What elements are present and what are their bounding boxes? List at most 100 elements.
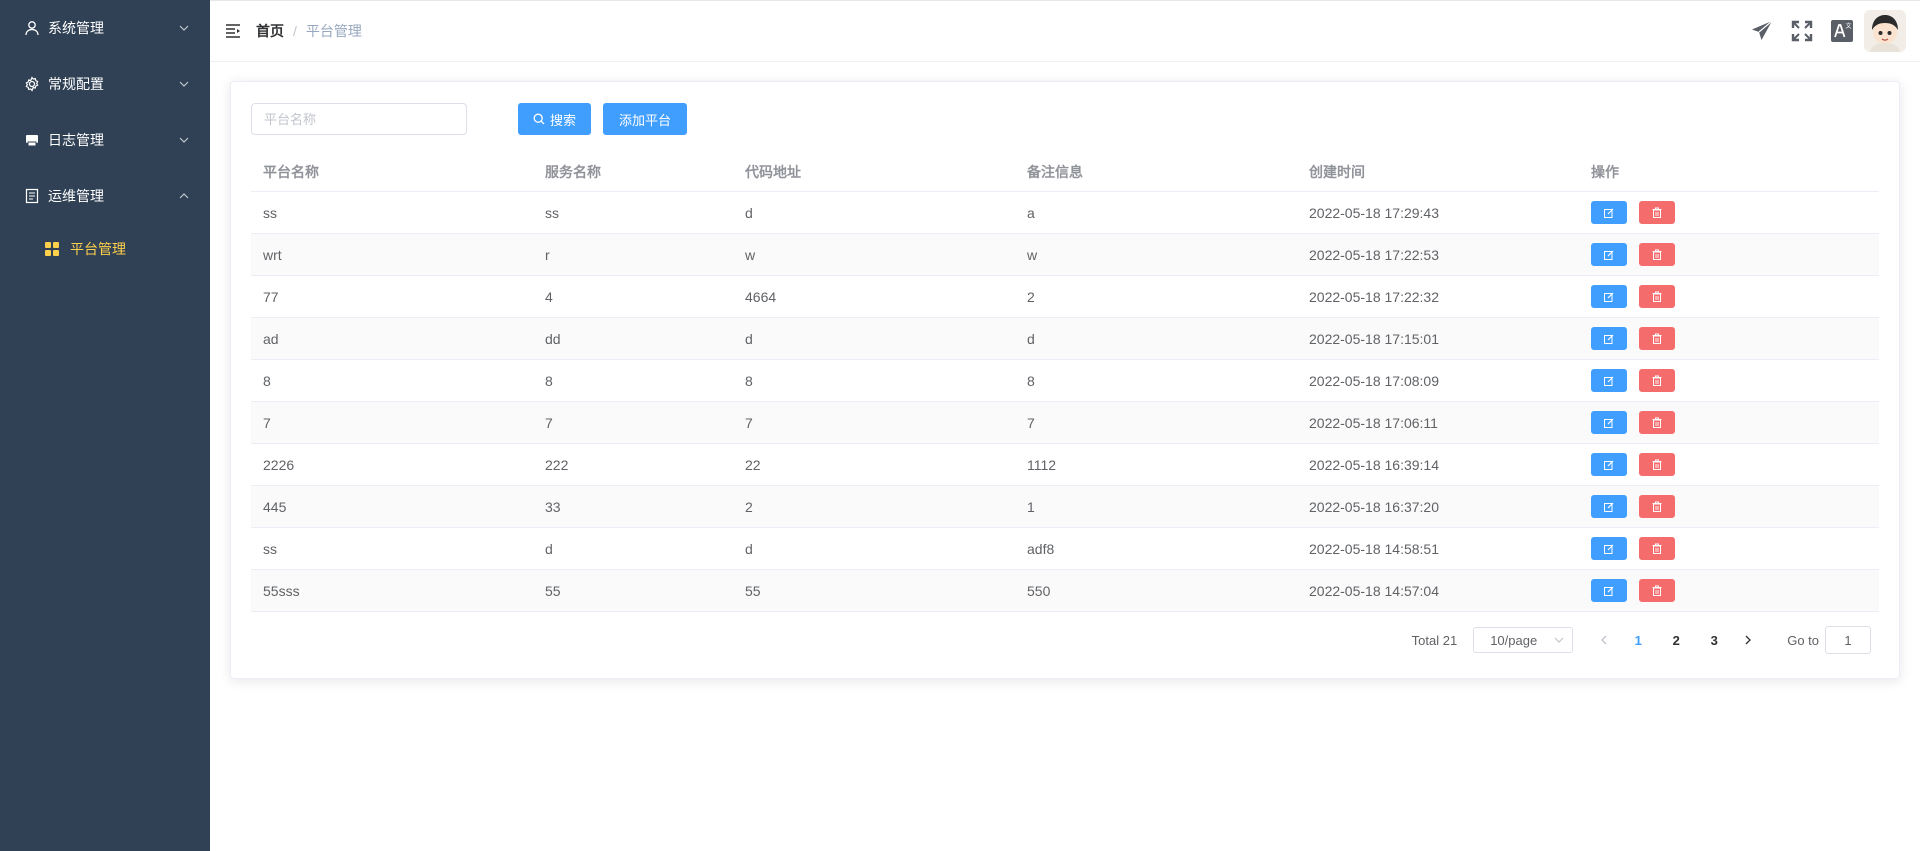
menu-system-management[interactable]: 系统管理 xyxy=(0,0,210,56)
edit-button[interactable] xyxy=(1591,285,1627,308)
submenu-platform-management[interactable]: 平台管理 xyxy=(0,224,210,274)
edit-icon xyxy=(1604,292,1614,302)
goto-page-input[interactable] xyxy=(1825,626,1871,654)
search-button[interactable]: 搜索 xyxy=(518,103,592,135)
cell-code-address: w xyxy=(745,246,756,263)
cell-service-name: 55 xyxy=(545,582,561,599)
edit-button[interactable] xyxy=(1591,201,1627,224)
delete-button[interactable] xyxy=(1639,495,1675,518)
cell-platform-name: ss xyxy=(263,540,277,557)
menu-log-management[interactable]: 日志管理 xyxy=(0,112,210,168)
column-header-created-time: 创建时间 xyxy=(1309,163,1365,180)
platform-table: 平台名称 服务名称 代码地址 备注信息 创建时间 操作 ss ss d a 2022-0… xyxy=(251,152,1879,612)
delete-button[interactable] xyxy=(1639,201,1675,224)
cell-actions xyxy=(1579,285,1879,308)
trash-icon xyxy=(1652,459,1662,470)
chevron-down-icon xyxy=(178,134,190,146)
cell-actions xyxy=(1579,369,1879,392)
delete-button[interactable] xyxy=(1639,453,1675,476)
page-1[interactable]: 1 xyxy=(1619,626,1657,654)
cell-service-name: 7 xyxy=(545,414,553,431)
printer-icon xyxy=(24,132,40,148)
svg-text:文: 文 xyxy=(1846,22,1852,30)
header-actions: 文 xyxy=(1742,9,1906,53)
breadcrumb: 首页 / 平台管理 xyxy=(256,21,362,41)
cell-remark: 550 xyxy=(1027,582,1051,599)
add-platform-button[interactable]: 添加平台 xyxy=(603,103,688,135)
edit-button[interactable] xyxy=(1591,579,1627,602)
cell-created-time: 2022-05-18 14:58:51 xyxy=(1309,540,1439,557)
edit-button[interactable] xyxy=(1591,411,1627,434)
cell-code-address: 2 xyxy=(745,498,753,515)
cell-platform-name: wrt xyxy=(263,246,282,263)
hamburger-icon[interactable] xyxy=(226,23,242,39)
translate-icon[interactable]: 文 xyxy=(1822,9,1862,53)
submenu-label: 平台管理 xyxy=(70,241,126,257)
cell-code-address: 22 xyxy=(745,456,761,473)
page-2[interactable]: 2 xyxy=(1657,626,1695,654)
edit-button[interactable] xyxy=(1591,243,1627,266)
avatar[interactable] xyxy=(1864,10,1906,52)
table-row: 77 4 4664 2 2022-05-18 17:22:32 xyxy=(251,276,1879,318)
delete-button[interactable] xyxy=(1639,579,1675,602)
cell-created-time: 2022-05-18 16:39:14 xyxy=(1309,456,1439,473)
cell-code-address: 55 xyxy=(745,582,761,599)
edit-icon xyxy=(1604,376,1614,386)
cell-service-name: 8 xyxy=(545,372,553,389)
breadcrumb-separator: / xyxy=(293,23,297,39)
next-page-button[interactable] xyxy=(1733,626,1763,654)
delete-button[interactable] xyxy=(1639,285,1675,308)
cell-actions xyxy=(1579,201,1879,224)
page-3[interactable]: 3 xyxy=(1695,626,1733,654)
goto-page: Go to xyxy=(1787,626,1871,654)
add-platform-label: 添加平台 xyxy=(619,112,672,128)
delete-button[interactable] xyxy=(1639,537,1675,560)
cell-service-name: 222 xyxy=(545,456,569,473)
breadcrumb-home[interactable]: 首页 xyxy=(256,21,284,41)
edit-button[interactable] xyxy=(1591,369,1627,392)
edit-button[interactable] xyxy=(1591,495,1627,518)
fullscreen-icon[interactable] xyxy=(1782,9,1822,53)
cell-remark: 1 xyxy=(1027,498,1035,515)
edit-icon xyxy=(1604,208,1614,218)
cell-actions xyxy=(1579,327,1879,350)
cell-platform-name: 7 xyxy=(263,414,271,431)
menu-ops-management[interactable]: 运维管理 xyxy=(0,168,210,224)
delete-button[interactable] xyxy=(1639,243,1675,266)
cell-actions xyxy=(1579,411,1879,434)
trash-icon xyxy=(1652,585,1662,596)
cell-created-time: 2022-05-18 17:08:09 xyxy=(1309,372,1439,389)
edit-icon xyxy=(1604,334,1614,344)
edit-icon xyxy=(1604,502,1614,512)
edit-button[interactable] xyxy=(1591,327,1627,350)
menu-label: 系统管理 xyxy=(48,20,104,36)
edit-icon xyxy=(1604,250,1614,260)
cell-code-address: 7 xyxy=(745,414,753,431)
gear-icon xyxy=(24,76,40,92)
menu-general-config[interactable]: 常规配置 xyxy=(0,56,210,112)
cell-service-name: d xyxy=(545,540,553,557)
cell-service-name: dd xyxy=(545,330,561,347)
chevron-down-icon xyxy=(178,22,190,34)
trash-icon xyxy=(1652,333,1662,344)
cell-created-time: 2022-05-18 17:22:32 xyxy=(1309,288,1439,305)
delete-button[interactable] xyxy=(1639,411,1675,434)
edit-button[interactable] xyxy=(1591,537,1627,560)
page-size-select[interactable]: 10/page xyxy=(1473,627,1574,653)
cell-platform-name: 8 xyxy=(263,372,271,389)
edit-button[interactable] xyxy=(1591,453,1627,476)
cell-platform-name: ss xyxy=(263,204,277,221)
edit-icon xyxy=(1604,418,1614,428)
prev-page-button[interactable] xyxy=(1589,626,1619,654)
cell-created-time: 2022-05-18 17:29:43 xyxy=(1309,204,1439,221)
send-icon[interactable] xyxy=(1742,9,1782,53)
cell-remark: 1112 xyxy=(1027,456,1057,473)
search-button-label: 搜索 xyxy=(550,112,577,128)
platform-name-search-input[interactable] xyxy=(251,103,467,135)
sidebar: 系统管理 常规配置 日志管理 运维管理 平台管理 xyxy=(0,0,210,851)
user-icon xyxy=(24,20,40,36)
delete-button[interactable] xyxy=(1639,327,1675,350)
edit-icon xyxy=(1604,460,1614,470)
cell-actions xyxy=(1579,537,1879,560)
delete-button[interactable] xyxy=(1639,369,1675,392)
